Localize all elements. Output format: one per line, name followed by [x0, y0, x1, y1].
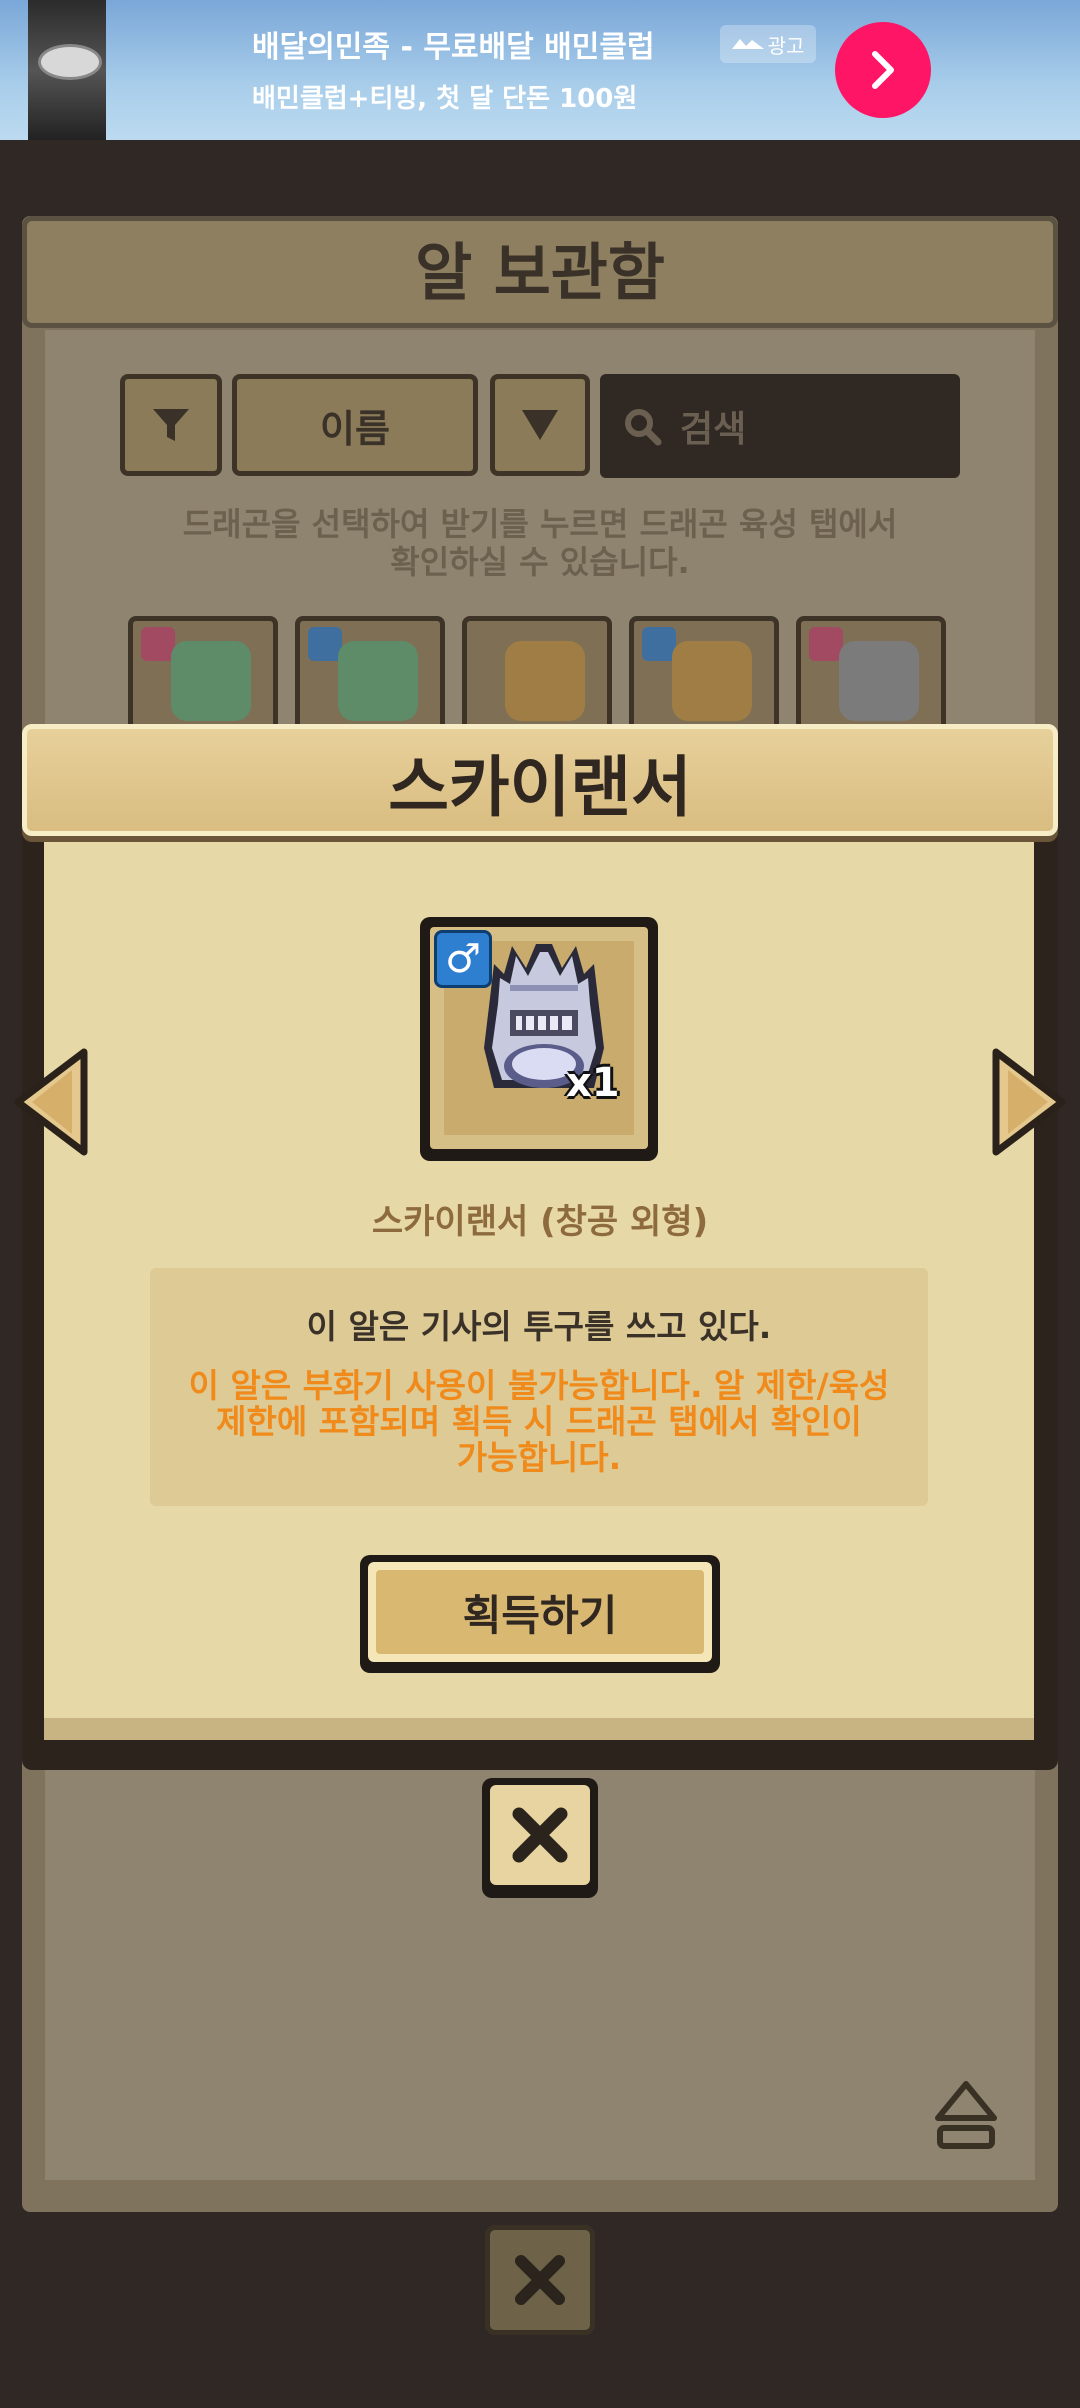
funnel-icon [153, 409, 189, 441]
ad-subtitle: 배민클럽+티빙, 첫 달 단돈 100원 [252, 84, 638, 114]
female-icon [141, 627, 175, 661]
male-icon [308, 627, 342, 661]
search-placeholder: 검색 [680, 409, 747, 450]
close-icon [515, 2255, 565, 2305]
male-gender-badge: ♂ [434, 930, 492, 988]
egg-warning-line3: 가능합니다. [456, 1438, 622, 1477]
close-icon [512, 1807, 568, 1863]
dragon-egg-icon [505, 641, 585, 721]
storage-info-text: 드래곤을 선택하여 받기를 누르면 드래곤 육성 탭에서 확인하실 수 있습니다… [0, 505, 1080, 581]
storage-info-line1: 드래곤을 선택하여 받기를 누르면 드래곤 육성 탭에서 [182, 505, 898, 543]
acquire-button-label: 획득하기 [462, 1591, 618, 1640]
dragon-egg-icon [672, 641, 752, 721]
dragon-egg-icon [171, 641, 251, 721]
filter-button[interactable] [120, 374, 222, 476]
search-icon [625, 409, 662, 446]
sort-label: 이름 [320, 406, 390, 451]
storage-info-line2: 확인하실 수 있습니다. [390, 543, 690, 581]
modal-title: 스카이랜서 [388, 749, 692, 826]
egg-slot[interactable] [462, 616, 612, 726]
sort-order-button[interactable] [490, 374, 590, 476]
storage-close-button[interactable] [485, 2225, 595, 2335]
ad-badge: 광고 [720, 25, 816, 63]
egg-warning: 이 알은 부화기 사용이 불가능합니다. 알 제한/육성 제한에 포함되며 획득… [170, 1368, 908, 1476]
male-icon [642, 627, 676, 661]
ad-banner[interactable]: 배달의민족 - 무료배달 배민클럽 배민클럽+티빙, 첫 달 단돈 100원 광… [0, 0, 1080, 140]
egg-warning-line2: 제한에 포함되며 획득 시 드래곤 탭에서 확인이 [216, 1402, 862, 1441]
egg-slot[interactable] [629, 616, 779, 726]
disc-icon [38, 44, 102, 80]
previous-arrow-icon[interactable] [12, 1048, 92, 1156]
dragon-egg-icon [338, 641, 418, 721]
ad-thumbnail [28, 0, 106, 140]
female-icon [809, 627, 843, 661]
next-arrow-icon[interactable] [988, 1048, 1068, 1156]
modal-bottom-edge [44, 1718, 1034, 1740]
egg-name: 스카이랜서 (창공 외형) [371, 1202, 709, 1242]
ad-logo-icon [731, 39, 764, 49]
egg-slot[interactable] [796, 616, 946, 726]
egg-slot[interactable] [128, 616, 278, 726]
egg-warning-line1: 이 알은 부화기 사용이 불가능합니다. 알 제한/육성 [188, 1366, 890, 1405]
egg-description: 이 알은 기사의 투구를 쓰고 있다. [306, 1307, 772, 1346]
male-icon: ♂ [445, 936, 481, 982]
egg-quantity: x1 [566, 1060, 620, 1106]
modal-close-face [490, 1785, 590, 1885]
sort-button[interactable]: 이름 [232, 374, 478, 476]
dragon-egg-icon [839, 641, 919, 721]
chevron-right-icon [872, 51, 894, 89]
eject-up-icon[interactable] [934, 2080, 998, 2152]
ad-badge-label: 광고 [767, 33, 805, 58]
storage-title: 알 보관함 [415, 236, 665, 309]
search-input[interactable] [600, 374, 960, 478]
ad-open-button[interactable] [835, 22, 931, 118]
ad-title: 배달의민족 - 무료배달 배민클럽 [252, 30, 655, 65]
triangle-down-icon [522, 410, 558, 440]
egg-slot[interactable] [295, 616, 445, 726]
